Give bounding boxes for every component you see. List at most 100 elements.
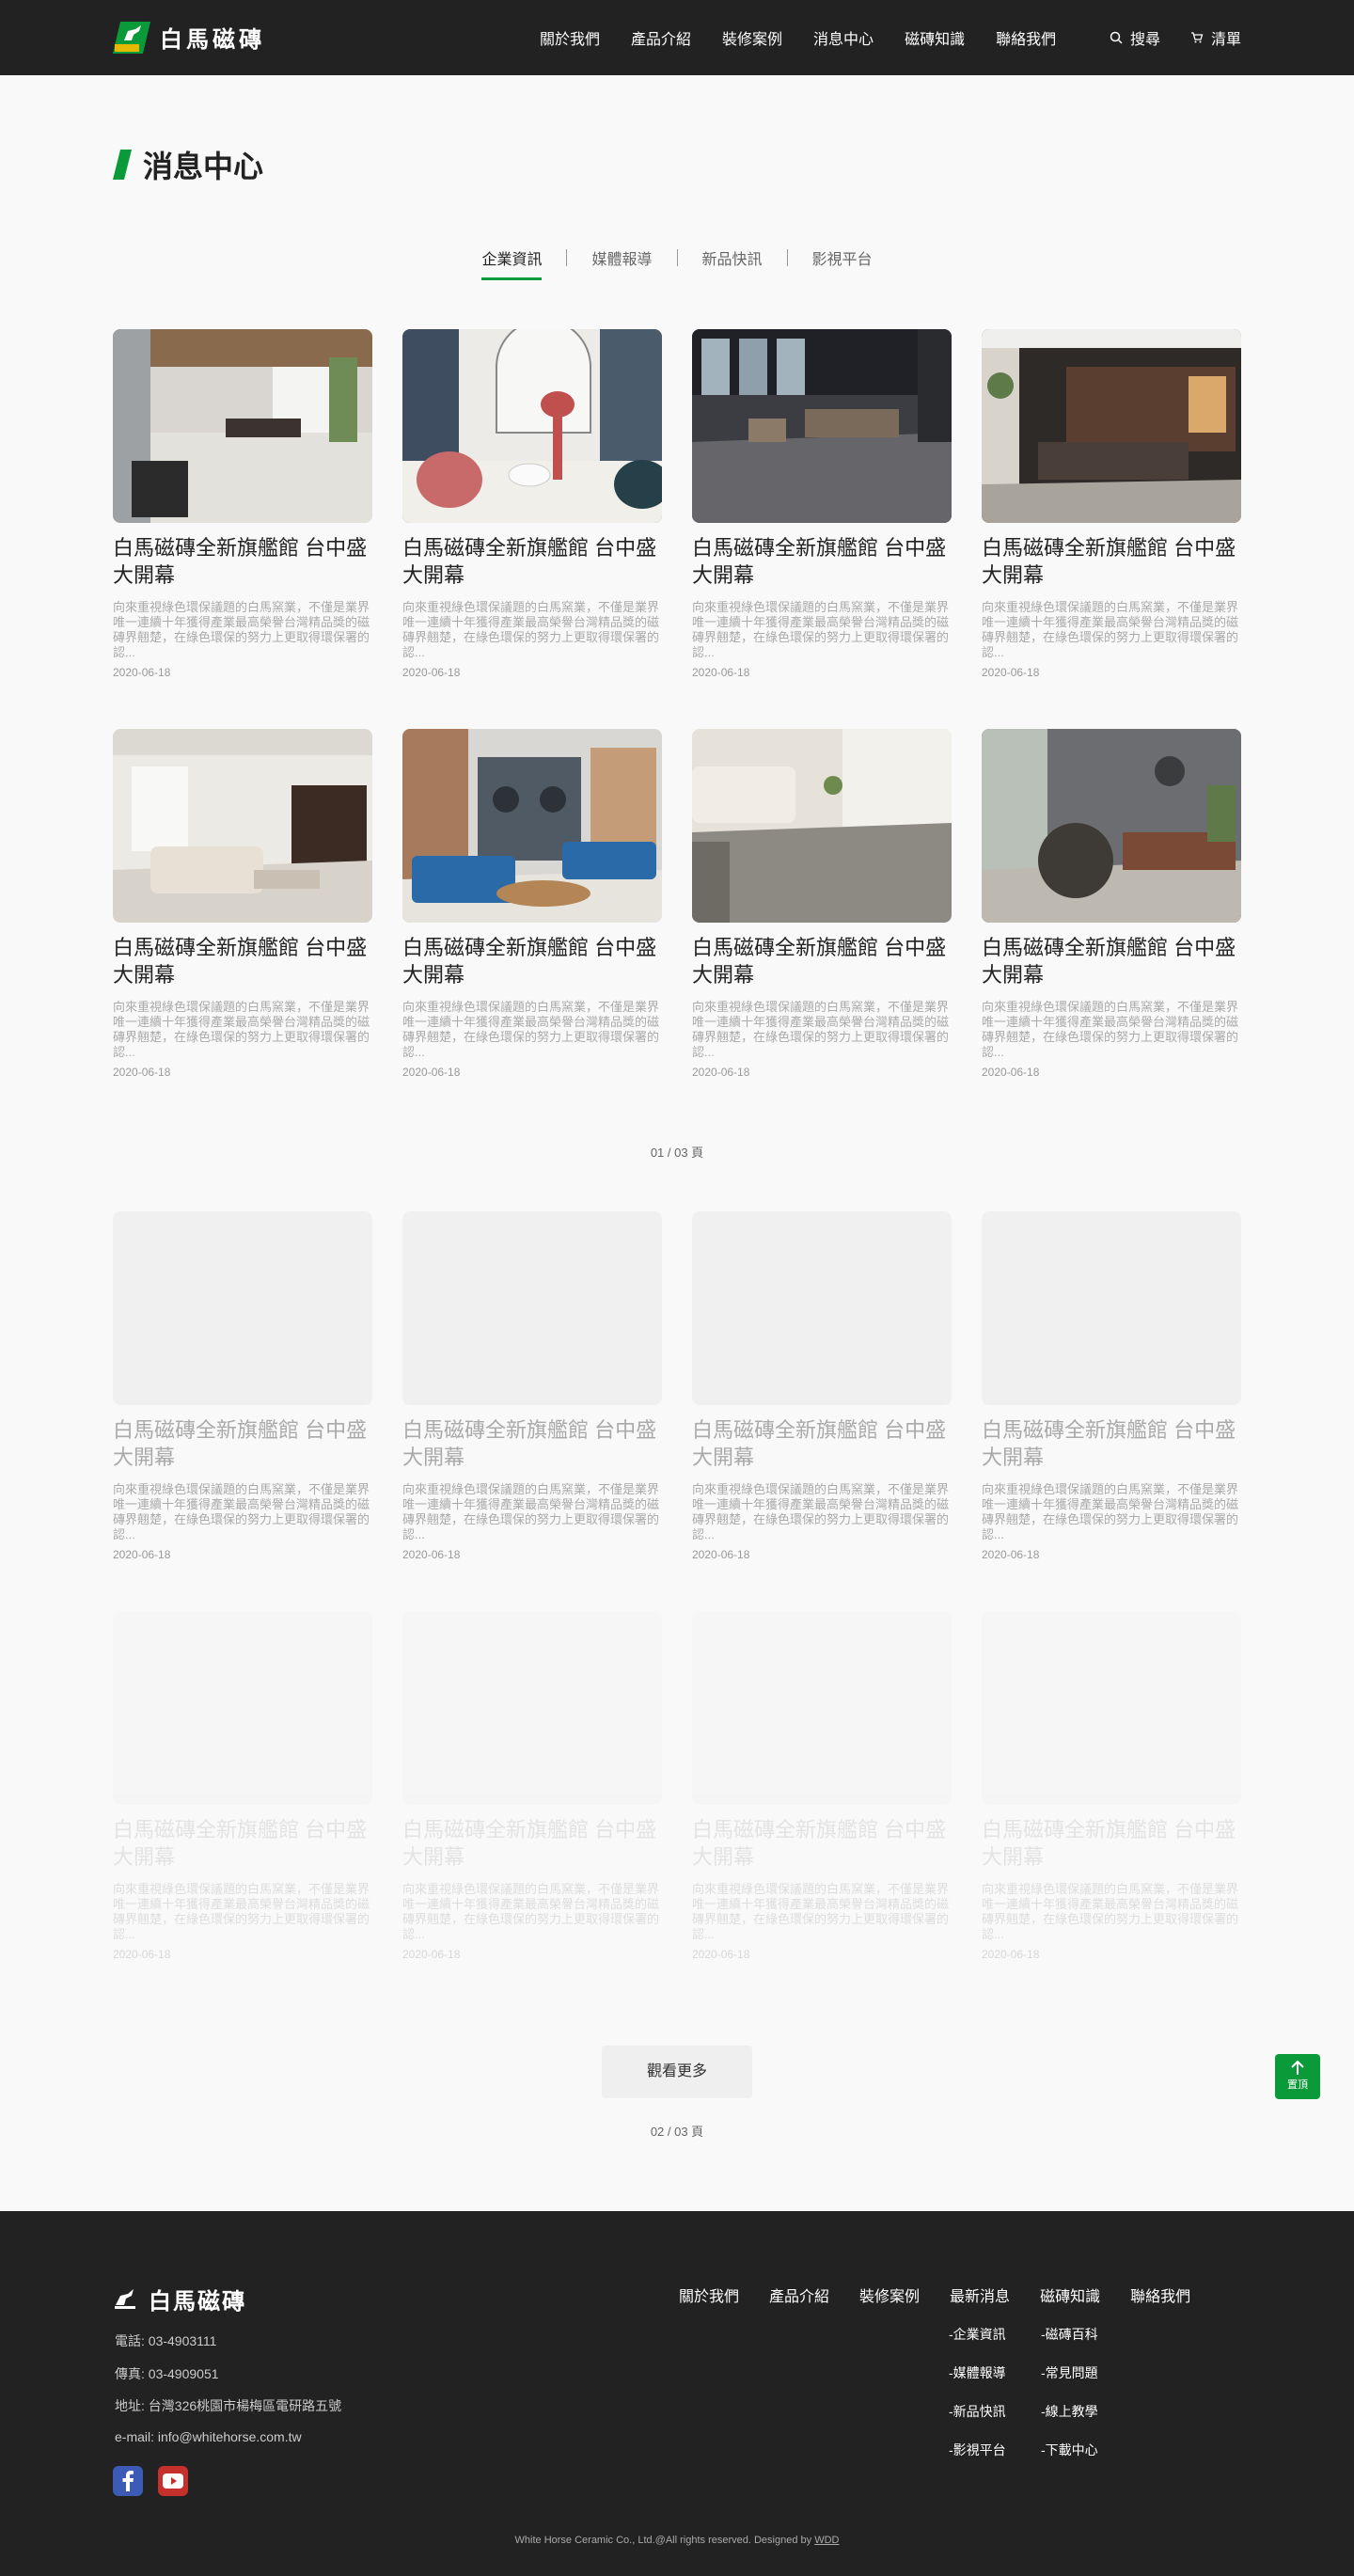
- news-thumbnail-placeholder: [692, 1211, 952, 1405]
- news-excerpt: 向來重視綠色環保議題的白馬窯業，不僅是業界唯一連續十年獲得產業最高榮譽台灣精品獎…: [982, 1000, 1239, 1059]
- facebook-icon[interactable]: [113, 2466, 143, 2496]
- news-card-placeholder[interactable]: 白馬磁磚全新旗艦館 台中盛大開幕 向來重視綠色環保議題的白馬窯業，不僅是業界唯一…: [113, 1611, 372, 1961]
- social-links: [113, 2466, 188, 2496]
- news-card[interactable]: 白馬磁磚全新旗艦館 台中盛大開幕 向來重視綠色環保議題的白馬窯業，不僅是業界唯一…: [692, 329, 952, 679]
- footer-link-corporate[interactable]: -企業資訊: [949, 2325, 1006, 2344]
- news-excerpt: 向來重視綠色環保議題的白馬窯業，不僅是業界唯一連續十年獲得產業最高榮譽台灣精品獎…: [982, 1882, 1239, 1941]
- footer-nav-about[interactable]: 關於我們: [679, 2284, 739, 2306]
- news-card-placeholder[interactable]: 白馬磁磚全新旗艦館 台中盛大開幕 向來重視綠色環保議題的白馬窯業，不僅是業界唯一…: [982, 1611, 1241, 1961]
- page-title-text: 消息中心: [143, 150, 264, 183]
- tab-divider: [676, 249, 678, 266]
- news-thumbnail: [113, 729, 372, 923]
- footer-nav-news[interactable]: 最新消息: [950, 2284, 1010, 2306]
- news-date: 2020-06-18: [982, 1066, 1040, 1079]
- news-card-placeholder[interactable]: 白馬磁磚全新旗艦館 台中盛大開幕 向來重視綠色環保議題的白馬窯業，不僅是業界唯一…: [402, 1611, 662, 1961]
- news-date: 2020-06-18: [982, 1948, 1040, 1961]
- news-card[interactable]: 白馬磁磚全新旗艦館 台中盛大開幕 向來重視綠色環保議題的白馬窯業，不僅是業界唯一…: [402, 729, 662, 1079]
- news-card[interactable]: 白馬磁磚全新旗艦館 台中盛大開幕 向來重視綠色環保議題的白馬窯業，不僅是業界唯一…: [402, 329, 662, 679]
- news-thumbnail-placeholder: [402, 1611, 662, 1805]
- news-thumbnail-placeholder: [113, 1611, 372, 1805]
- news-excerpt: 向來重視綠色環保議題的白馬窯業，不僅是業界唯一連續十年獲得產業最高榮譽台灣精品獎…: [692, 1482, 950, 1541]
- news-title: 白馬磁磚全新旗艦館 台中盛大開幕: [982, 536, 1236, 587]
- news-date: 2020-06-18: [113, 1948, 171, 1961]
- footer-nav: 關於我們 產品介紹 裝修案例 最新消息 磁磚知識 聯絡我們: [679, 2284, 1220, 2306]
- news-card[interactable]: 白馬磁磚全新旗艦館 台中盛大開幕 向來重視綠色環保議題的白馬窯業，不僅是業界唯一…: [982, 729, 1241, 1079]
- footer-fax: 傳真: 03-4909051: [115, 2366, 219, 2381]
- nav-cases[interactable]: 裝修案例: [722, 26, 782, 49]
- back-to-top-button[interactable]: 置頂: [1275, 2054, 1320, 2099]
- footer-link-new-products[interactable]: -新品快訊: [949, 2402, 1006, 2421]
- page-indicator: 01 / 03 頁: [650, 1146, 704, 1160]
- tab-video[interactable]: 影視平台: [812, 246, 873, 280]
- header-tools: 搜尋 清單: [1110, 26, 1241, 49]
- news-excerpt: 向來重視綠色環保議題的白馬窯業，不僅是業界唯一連續十年獲得產業最高榮譽台灣精品獎…: [692, 600, 950, 659]
- site-logo[interactable]: 白馬磁磚: [113, 21, 265, 54]
- search-button[interactable]: 搜尋: [1110, 26, 1160, 49]
- news-thumbnail: [402, 329, 662, 523]
- news-date: 2020-06-18: [402, 1948, 461, 1961]
- site-header: 白馬磁磚 關於我們 產品介紹 裝修案例 消息中心 磁磚知識 聯絡我們 搜尋 清單: [0, 0, 1354, 75]
- news-card-placeholder[interactable]: 白馬磁磚全新旗艦館 台中盛大開幕 向來重視綠色環保議題的白馬窯業，不僅是業界唯一…: [692, 1611, 952, 1961]
- tab-divider: [566, 249, 568, 266]
- footer-link-downloads[interactable]: -下載中心: [1041, 2441, 1098, 2459]
- news-card[interactable]: 白馬磁磚全新旗艦館 台中盛大開幕 向來重視綠色環保議題的白馬窯業，不僅是業界唯一…: [982, 329, 1241, 679]
- nav-knowledge[interactable]: 磁磚知識: [905, 26, 965, 49]
- page-indicator: 02 / 03 頁: [650, 2125, 704, 2139]
- youtube-icon[interactable]: [158, 2466, 188, 2496]
- news-title: 白馬磁磚全新旗艦館 台中盛大開幕: [402, 536, 657, 587]
- news-excerpt: 向來重視綠色環保議題的白馬窯業，不僅是業界唯一連續十年獲得產業最高榮譽台灣精品獎…: [982, 1482, 1239, 1541]
- back-to-top-label: 置頂: [1287, 2079, 1308, 2091]
- tab-new-products[interactable]: 新品快訊: [702, 246, 763, 280]
- footer-address: 地址: 台灣326桃園市楊梅區電研路五號: [115, 2398, 342, 2413]
- news-title: 白馬磁磚全新旗艦館 台中盛大開幕: [692, 936, 947, 987]
- page-title: 消息中心: [113, 143, 263, 186]
- footer-link-video[interactable]: -影視平台: [949, 2441, 1006, 2459]
- news-card-placeholder[interactable]: 白馬磁磚全新旗艦館 台中盛大開幕 向來重視綠色環保議題的白馬窯業，不僅是業界唯一…: [982, 1211, 1241, 1561]
- news-date: 2020-06-18: [692, 1948, 750, 1961]
- news-card-placeholder[interactable]: 白馬磁磚全新旗艦館 台中盛大開幕 向來重視綠色環保議題的白馬窯業，不僅是業界唯一…: [113, 1211, 372, 1561]
- news-excerpt: 向來重視綠色環保議題的白馬窯業，不僅是業界唯一連續十年獲得產業最高榮譽台灣精品獎…: [113, 1882, 370, 1941]
- news-excerpt: 向來重視綠色環保議題的白馬窯業，不僅是業界唯一連續十年獲得產業最高榮譽台灣精品獎…: [113, 1000, 370, 1059]
- footer-email[interactable]: e-mail: info@whitehorse.com.tw: [115, 2429, 302, 2444]
- footer-nav-products[interactable]: 產品介紹: [769, 2284, 829, 2306]
- news-card[interactable]: 白馬磁磚全新旗艦館 台中盛大開幕 向來重視綠色環保議題的白馬窯業，不僅是業界唯一…: [113, 329, 372, 679]
- designer-link[interactable]: WDD: [814, 2535, 839, 2546]
- news-date: 2020-06-18: [113, 1548, 171, 1561]
- news-card[interactable]: 白馬磁磚全新旗艦館 台中盛大開幕 向來重視綠色環保議題的白馬窯業，不僅是業界唯一…: [692, 729, 952, 1079]
- nav-about[interactable]: 關於我們: [540, 26, 600, 49]
- footer-nav-knowledge[interactable]: 磁磚知識: [1040, 2284, 1100, 2306]
- news-card[interactable]: 白馬磁磚全新旗艦館 台中盛大開幕 向來重視綠色環保議題的白馬窯業，不僅是業界唯一…: [113, 729, 372, 1079]
- news-title: 白馬磁磚全新旗艦館 台中盛大開幕: [402, 1818, 657, 1869]
- footer-link-encyclopedia[interactable]: -磁磚百科: [1041, 2325, 1098, 2344]
- horse-logo-icon: [115, 2288, 135, 2309]
- news-card-placeholder[interactable]: 白馬磁磚全新旗艦館 台中盛大開幕 向來重視綠色環保議題的白馬窯業，不僅是業界唯一…: [402, 1211, 662, 1561]
- news-title: 白馬磁磚全新旗艦館 台中盛大開幕: [402, 1418, 657, 1469]
- news-title: 白馬磁磚全新旗艦館 台中盛大開幕: [113, 536, 368, 587]
- news-thumbnail: [402, 729, 662, 923]
- tab-media[interactable]: 媒體報導: [591, 246, 652, 280]
- news-title: 白馬磁磚全新旗艦館 台中盛大開幕: [982, 1418, 1236, 1469]
- footer-link-media[interactable]: -媒體報導: [949, 2363, 1006, 2382]
- tab-corporate[interactable]: 企業資訊: [481, 246, 543, 280]
- footer-phone: 電話: 03-4903111: [115, 2333, 217, 2348]
- news-excerpt: 向來重視綠色環保議題的白馬窯業，不僅是業界唯一連續十年獲得產業最高榮譽台灣精品獎…: [113, 600, 370, 659]
- cart-button[interactable]: 清單: [1190, 26, 1241, 49]
- news-card-placeholder[interactable]: 白馬磁磚全新旗艦館 台中盛大開幕 向來重視綠色環保議題的白馬窯業，不僅是業界唯一…: [692, 1211, 952, 1561]
- news-title: 白馬磁磚全新旗艦館 台中盛大開幕: [692, 1418, 947, 1469]
- nav-products[interactable]: 產品介紹: [631, 26, 691, 49]
- footer-logo[interactable]: 白馬磁磚: [113, 2283, 246, 2315]
- footer-nav-contact[interactable]: 聯絡我們: [1130, 2284, 1190, 2306]
- nav-news[interactable]: 消息中心: [813, 26, 874, 49]
- search-label: 搜尋: [1129, 32, 1160, 48]
- footer-nav-cases[interactable]: 裝修案例: [859, 2284, 920, 2306]
- footer-logo-text: 白馬磁磚: [149, 2289, 246, 2315]
- news-excerpt: 向來重視綠色環保議題的白馬窯業，不僅是業界唯一連續十年獲得產業最高榮譽台灣精品獎…: [982, 600, 1239, 659]
- nav-contact[interactable]: 聯絡我們: [996, 26, 1056, 49]
- news-title: 白馬磁磚全新旗艦館 台中盛大開幕: [692, 1818, 947, 1869]
- news-date: 2020-06-18: [692, 1066, 750, 1079]
- copyright: White Horse Ceramic Co., Ltd.@All rights…: [0, 2535, 1354, 2546]
- footer-link-tutorial[interactable]: -線上教學: [1041, 2402, 1098, 2421]
- footer-link-faq[interactable]: -常見問題: [1041, 2363, 1098, 2382]
- load-more-button[interactable]: 觀看更多: [602, 2046, 752, 2098]
- site-footer: 白馬磁磚 電話: 03-4903111 傳真: 03-4909051 地址: 台…: [0, 2211, 1354, 2576]
